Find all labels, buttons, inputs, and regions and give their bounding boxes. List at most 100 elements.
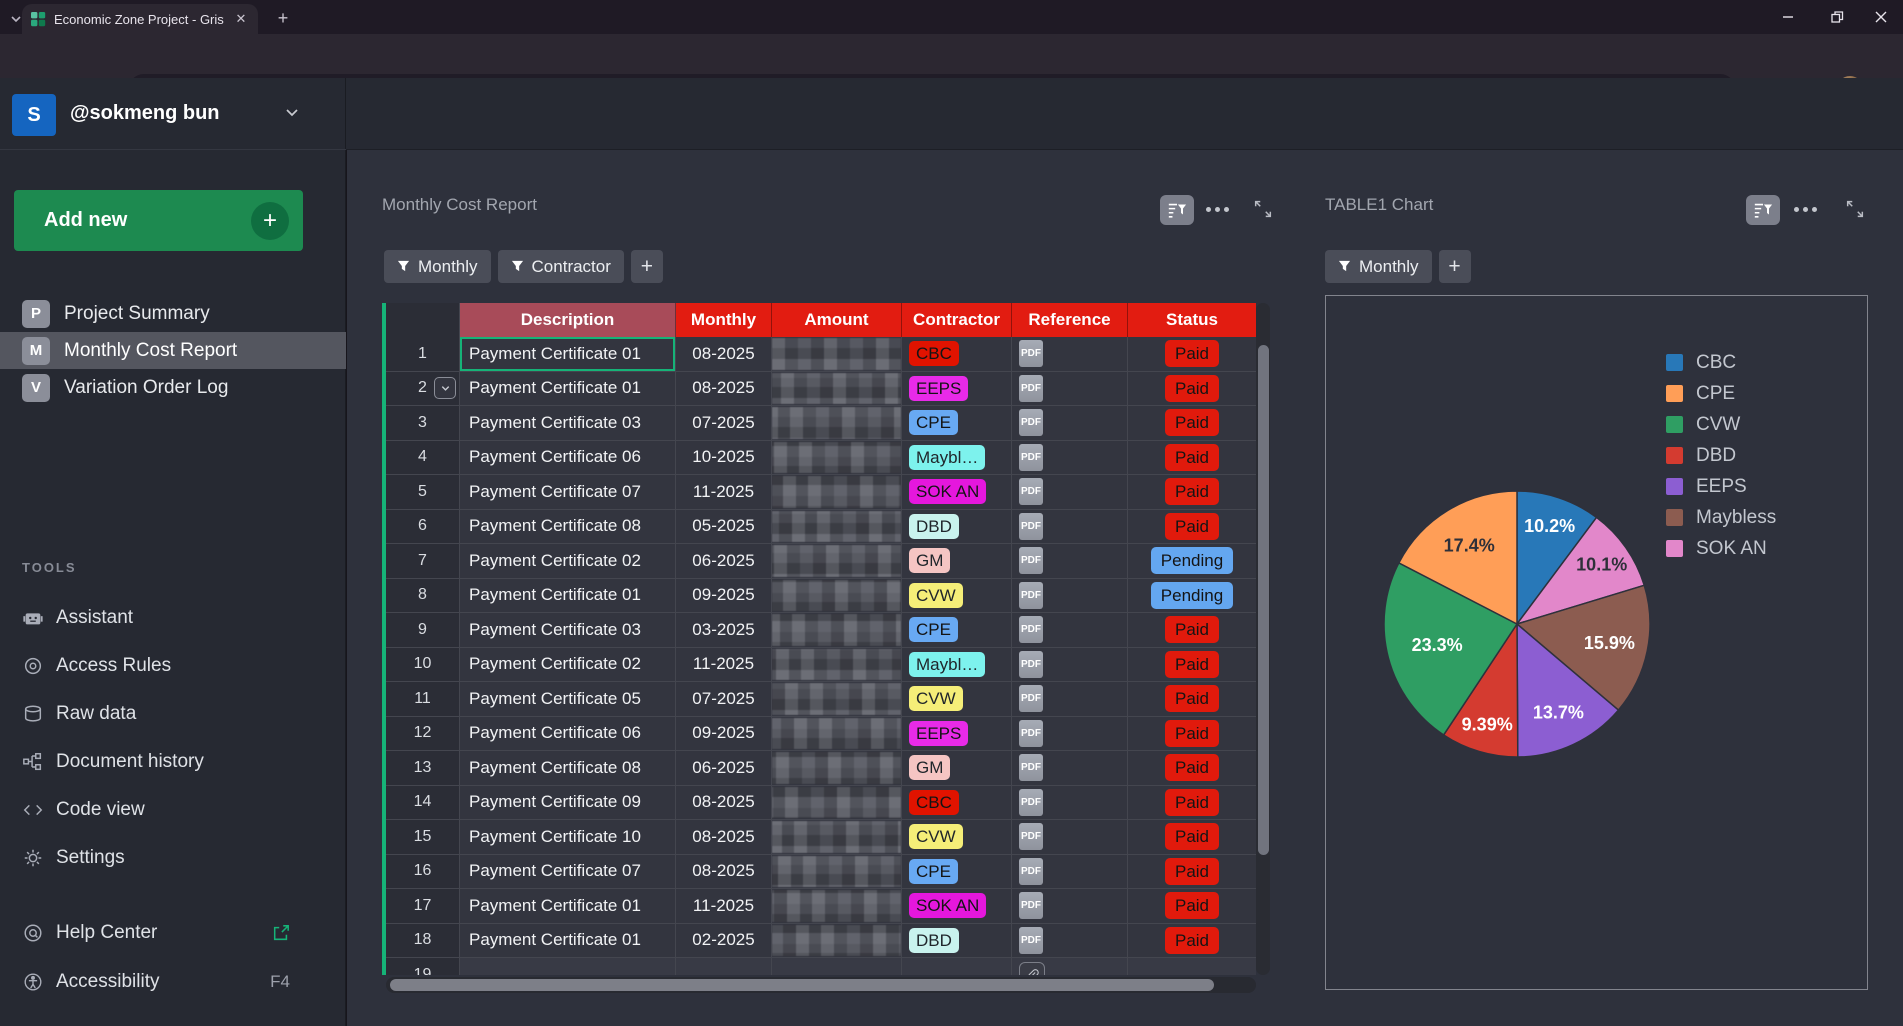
contractor-cell[interactable]: EEPS	[902, 717, 1012, 752]
contractor-cell[interactable]: CBC	[902, 786, 1012, 821]
row-number-cell[interactable]: 1	[386, 337, 460, 372]
reference-cell[interactable]: PDF	[1012, 441, 1128, 476]
reference-cell[interactable]: PDF	[1012, 510, 1128, 545]
row-menu-button[interactable]	[434, 377, 456, 399]
pdf-attachment-chip[interactable]: PDF	[1019, 720, 1043, 747]
legend-item[interactable]: DBD	[1666, 440, 1776, 471]
row-number-cell[interactable]: 14	[386, 786, 460, 821]
status-cell[interactable]: Paid	[1128, 786, 1256, 821]
sidebar-page-monthly-cost-report[interactable]: M Monthly Cost Report	[0, 332, 346, 369]
add-filter-button[interactable]: +	[631, 250, 663, 283]
column-header-description[interactable]: Description	[460, 303, 676, 337]
pdf-attachment-chip[interactable]: PDF	[1019, 513, 1043, 540]
amount-cell[interactable]	[772, 510, 902, 545]
filter-chip-monthly[interactable]: Monthly	[384, 250, 491, 283]
table-sort-filter-button[interactable]	[1160, 195, 1194, 225]
monthly-cell[interactable]: 08-2025	[676, 820, 772, 855]
contractor-cell[interactable]: Maybl…	[902, 648, 1012, 683]
pdf-attachment-chip[interactable]: PDF	[1019, 340, 1043, 367]
pdf-attachment-chip[interactable]: PDF	[1019, 547, 1043, 574]
contractor-cell[interactable]: SOK AN	[902, 475, 1012, 510]
legend-item[interactable]: CVW	[1666, 409, 1776, 440]
pdf-attachment-chip[interactable]: PDF	[1019, 409, 1043, 436]
description-cell[interactable]: Payment Certificate 01	[460, 889, 676, 924]
scrollbar-thumb[interactable]	[1258, 345, 1269, 855]
description-cell[interactable]: Payment Certificate 10	[460, 820, 676, 855]
description-cell[interactable]: Payment Certificate 08	[460, 751, 676, 786]
amount-cell[interactable]	[772, 648, 902, 683]
contractor-cell[interactable]: GM	[902, 751, 1012, 786]
status-cell[interactable]: Paid	[1128, 820, 1256, 855]
description-cell[interactable]: Payment Certificate 02	[460, 544, 676, 579]
reference-cell[interactable]: PDF	[1012, 475, 1128, 510]
sidebar-item-code-view[interactable]: Code view	[0, 786, 346, 834]
monthly-cell[interactable]: 11-2025	[676, 475, 772, 510]
amount-cell[interactable]	[772, 889, 902, 924]
account-menu[interactable]: S @sokmeng bun	[0, 78, 346, 150]
contractor-cell[interactable]: EEPS	[902, 372, 1012, 407]
reference-cell[interactable]: PDF	[1012, 337, 1128, 372]
legend-item[interactable]: SOK AN	[1666, 533, 1776, 564]
contractor-cell[interactable]: CPE	[902, 855, 1012, 890]
status-cell[interactable]: Paid	[1128, 682, 1256, 717]
contractor-cell[interactable]: CVW	[902, 579, 1012, 614]
amount-cell[interactable]	[772, 441, 902, 476]
pdf-attachment-chip[interactable]: PDF	[1019, 478, 1043, 505]
pdf-attachment-chip[interactable]: PDF	[1019, 685, 1043, 712]
pdf-attachment-chip[interactable]: PDF	[1019, 754, 1043, 781]
reference-cell[interactable]: PDF	[1012, 786, 1128, 821]
pdf-attachment-chip[interactable]: PDF	[1019, 444, 1043, 471]
row-number-cell[interactable]: 16	[386, 855, 460, 890]
reference-cell[interactable]: PDF	[1012, 855, 1128, 890]
pdf-attachment-chip[interactable]: PDF	[1019, 927, 1043, 954]
amount-cell[interactable]	[772, 544, 902, 579]
monthly-cell[interactable]: 05-2025	[676, 510, 772, 545]
chart-expand-button[interactable]	[1844, 198, 1866, 220]
sidebar-page-variation-order-log[interactable]: V Variation Order Log	[0, 369, 346, 406]
browser-tab[interactable]: Economic Zone Project - Grist ✕	[22, 4, 258, 34]
description-cell[interactable]: Payment Certificate 01	[460, 372, 676, 407]
tab-close-button[interactable]: ✕	[232, 10, 250, 28]
description-cell[interactable]: Payment Certificate 03	[460, 613, 676, 648]
row-number-cell[interactable]: 7	[386, 544, 460, 579]
reference-cell[interactable]: PDF	[1012, 751, 1128, 786]
reference-cell[interactable]: PDF	[1012, 717, 1128, 752]
monthly-cell[interactable]	[676, 958, 772, 975]
status-cell[interactable]: Paid	[1128, 406, 1256, 441]
row-number-cell[interactable]: 3	[386, 406, 460, 441]
scrollbar-thumb[interactable]	[390, 979, 1214, 991]
column-header-contractor[interactable]: Contractor	[902, 303, 1012, 337]
pdf-attachment-chip[interactable]: PDF	[1019, 858, 1043, 885]
sidebar-page-project-summary[interactable]: P Project Summary	[0, 295, 346, 332]
description-cell[interactable]: Payment Certificate 01	[460, 924, 676, 959]
reference-cell[interactable]: PDF	[1012, 372, 1128, 407]
description-cell[interactable]: Payment Certificate 06	[460, 717, 676, 752]
monthly-cell[interactable]: 08-2025	[676, 855, 772, 890]
row-number-cell[interactable]: 12	[386, 717, 460, 752]
row-number-cell[interactable]: 4	[386, 441, 460, 476]
amount-cell[interactable]	[772, 958, 902, 975]
amount-cell[interactable]	[772, 786, 902, 821]
contractor-cell[interactable]: GM	[902, 544, 1012, 579]
monthly-cell[interactable]: 08-2025	[676, 786, 772, 821]
reference-cell[interactable]: PDF	[1012, 579, 1128, 614]
reference-cell[interactable]: PDF	[1012, 648, 1128, 683]
reference-cell[interactable]: PDF	[1012, 613, 1128, 648]
contractor-cell[interactable]	[902, 958, 1012, 975]
amount-cell[interactable]	[772, 475, 902, 510]
amount-cell[interactable]	[772, 855, 902, 890]
monthly-cell[interactable]: 08-2025	[676, 337, 772, 372]
description-cell[interactable]: Payment Certificate 07	[460, 855, 676, 890]
window-close-button[interactable]	[1859, 0, 1903, 33]
new-tab-button[interactable]: +	[272, 7, 294, 29]
sidebar-item-help-center[interactable]: Help Center	[0, 916, 346, 950]
status-cell[interactable]: Paid	[1128, 855, 1256, 890]
table-widget-menu-button[interactable]	[1206, 207, 1229, 212]
monthly-cell[interactable]: 08-2025	[676, 372, 772, 407]
monthly-cell[interactable]: 07-2025	[676, 406, 772, 441]
row-number-cell[interactable]: 17	[386, 889, 460, 924]
pdf-attachment-chip[interactable]: PDF	[1019, 651, 1043, 678]
column-header-reference[interactable]: Reference	[1012, 303, 1128, 337]
monthly-cell[interactable]: 06-2025	[676, 544, 772, 579]
row-number-cell[interactable]: 8	[386, 579, 460, 614]
